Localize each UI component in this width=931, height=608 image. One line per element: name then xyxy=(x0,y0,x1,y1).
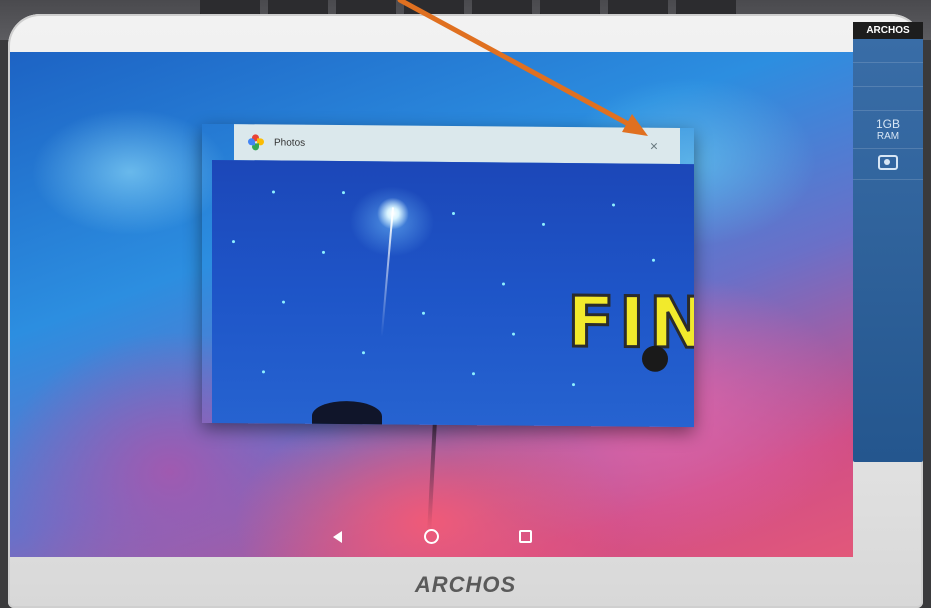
window-title: Photos xyxy=(274,136,306,149)
sticker-spec-ram: 1GB RAM xyxy=(853,111,923,149)
window-titlebar[interactable]: Photos × xyxy=(234,124,680,165)
camera-icon xyxy=(878,155,898,170)
tree-silhouette xyxy=(312,400,382,428)
photos-window: Photos × FIN xyxy=(202,124,695,428)
android-navbar xyxy=(10,514,853,559)
device-brand-logo: ARCHOS xyxy=(414,572,517,597)
sticker-spec xyxy=(853,63,923,87)
sticker-camera xyxy=(853,149,923,180)
google-photos-icon xyxy=(248,134,264,151)
sticker-brand: ARCHOS xyxy=(853,22,923,39)
fin-overlay-text: FIN xyxy=(566,280,695,366)
sticker-spec xyxy=(853,87,923,111)
home-circle-icon[interactable] xyxy=(420,525,444,549)
sticker-spec xyxy=(853,39,923,63)
spec-sticker: ARCHOS 1GB RAM xyxy=(853,22,923,462)
tablet-screen: Photos × FIN xyxy=(10,52,853,557)
close-icon[interactable]: × xyxy=(644,136,664,156)
fin-overlay-mark xyxy=(642,345,668,372)
recents-square-icon[interactable] xyxy=(514,525,538,549)
back-triangle-icon[interactable] xyxy=(326,525,350,549)
photo-content[interactable]: FIN xyxy=(212,159,695,428)
